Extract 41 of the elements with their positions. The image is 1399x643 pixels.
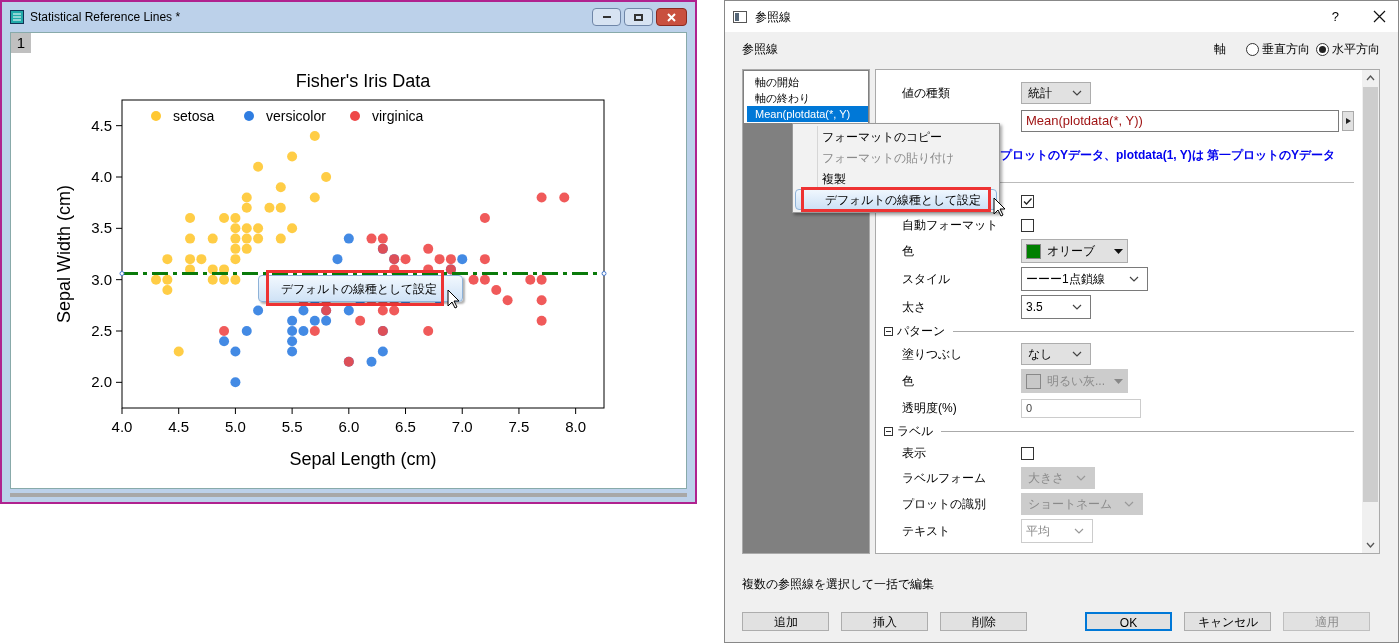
x-tick-label: 6.5: [395, 418, 416, 435]
field-label: 色: [902, 243, 915, 260]
field-label: テキスト: [902, 523, 951, 540]
field-label: 色: [902, 373, 915, 390]
legend-label: versicolor: [266, 108, 326, 124]
y-tick-label: 4.0: [91, 168, 112, 185]
y-axis-title: Sepal Width (cm): [54, 185, 74, 323]
field-label: ラベルフォーム: [902, 470, 987, 487]
field-label: 自動フォーマット: [902, 217, 999, 234]
window-title: Statistical Reference Lines *: [30, 9, 181, 26]
dialog-title: 参照線: [755, 8, 791, 26]
section-label: 参照線: [742, 41, 778, 58]
hint-text: プロットのYデータ、plotdata(1, Y)は 第一プロットのYデータ: [1000, 147, 1336, 164]
x-tick-label: 4.0: [111, 418, 133, 435]
x-tick-label: 5.5: [281, 418, 303, 435]
x-tick-label: 4.5: [168, 418, 190, 435]
y-tick-label: 2.0: [91, 373, 112, 391]
x-axis-title: Sepal Length (cm): [289, 449, 437, 469]
legend-label: virginica: [372, 108, 424, 124]
y-tick-label: 3.5: [91, 219, 112, 237]
field-label: 塗りつぶし: [902, 346, 963, 363]
axis-label: 軸: [1214, 41, 1226, 58]
x-tick-label: 5.0: [225, 418, 246, 435]
field-label: 表示: [902, 445, 927, 462]
x-tick-label: 7.0: [451, 418, 473, 435]
section-title: ラベル: [897, 423, 933, 440]
section-title: パターン: [897, 323, 945, 340]
note-text: 複数の参照線を選択して一括で編集: [742, 577, 934, 591]
y-tick-label: 2.5: [91, 322, 112, 339]
field-label: 値の種類: [902, 85, 951, 102]
y-tick-label: 4.5: [91, 116, 112, 134]
chart-title: Fisher's Iris Data: [295, 71, 431, 91]
field-label: 透明度(%): [902, 400, 958, 417]
legend-label: setosa: [173, 108, 215, 124]
field-label: 太さ: [902, 299, 927, 316]
x-tick-label: 6.0: [338, 418, 360, 435]
field-label: プロットの識別: [902, 496, 987, 513]
x-tick-label: 8.0: [565, 418, 587, 435]
x-tick-label: 7.5: [508, 418, 530, 435]
y-tick-label: 3.0: [91, 270, 112, 288]
field-label: スタイル: [902, 271, 951, 288]
